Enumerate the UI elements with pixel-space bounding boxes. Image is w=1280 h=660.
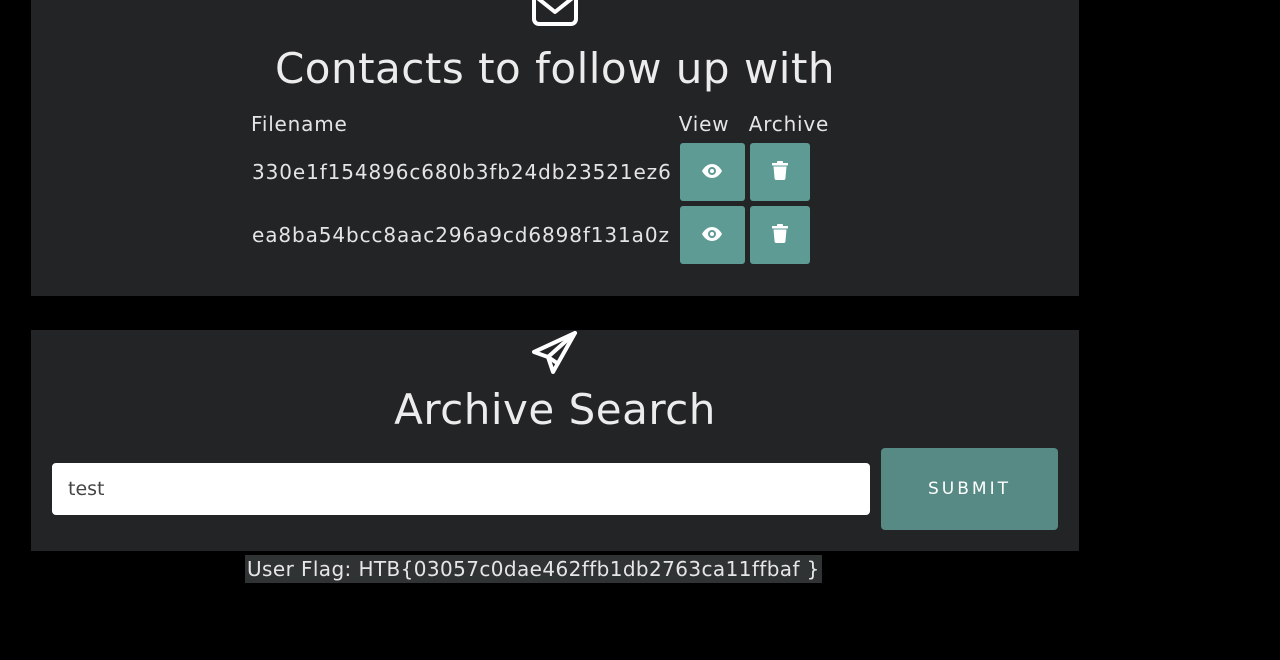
trash-icon (771, 161, 788, 183)
search-input[interactable] (52, 463, 870, 515)
envelope-icon (31, 0, 1079, 28)
filename-cell: 330e1f154896c680b3fb24db23521ez6 (252, 160, 672, 184)
view-cell (679, 205, 746, 265)
table-row: 330e1f154896c680b3fb24db23521ez6 (251, 142, 829, 202)
eye-icon (701, 163, 723, 182)
page: Contacts to follow up with Filename View… (0, 0, 1280, 660)
submit-button[interactable]: SUBMIT (881, 448, 1058, 530)
contacts-card: Contacts to follow up with Filename View… (31, 0, 1079, 296)
column-header-filename: Filename (251, 112, 348, 136)
table-row: ea8ba54bcc8aac296a9cd6898f131a0z (251, 205, 829, 265)
archive-button[interactable] (749, 143, 810, 201)
trash-icon (771, 224, 788, 246)
column-header-archive: Archive (748, 112, 830, 136)
view-button[interactable] (679, 143, 745, 201)
view-cell (679, 142, 746, 202)
paper-plane-icon (31, 330, 1079, 376)
contacts-title: Contacts to follow up with (274, 44, 836, 93)
archive-cell (749, 205, 829, 265)
column-header-view: View (678, 112, 730, 136)
archive-search-card: Archive Search SUBMIT (31, 330, 1079, 551)
archive-button[interactable] (749, 206, 810, 264)
archive-cell (749, 142, 829, 202)
archive-search-title: Archive Search (394, 385, 716, 434)
filename-cell: ea8ba54bcc8aac296a9cd6898f131a0z (252, 223, 670, 247)
user-flag-text: User Flag: HTB{03057c0dae462ffb1db2763ca… (245, 555, 822, 583)
eye-icon (701, 226, 723, 245)
table-header-row: Filename View Archive (251, 111, 829, 139)
files-table: Filename View Archive 330e1f154896c680b3… (248, 108, 832, 268)
view-button[interactable] (679, 206, 745, 264)
